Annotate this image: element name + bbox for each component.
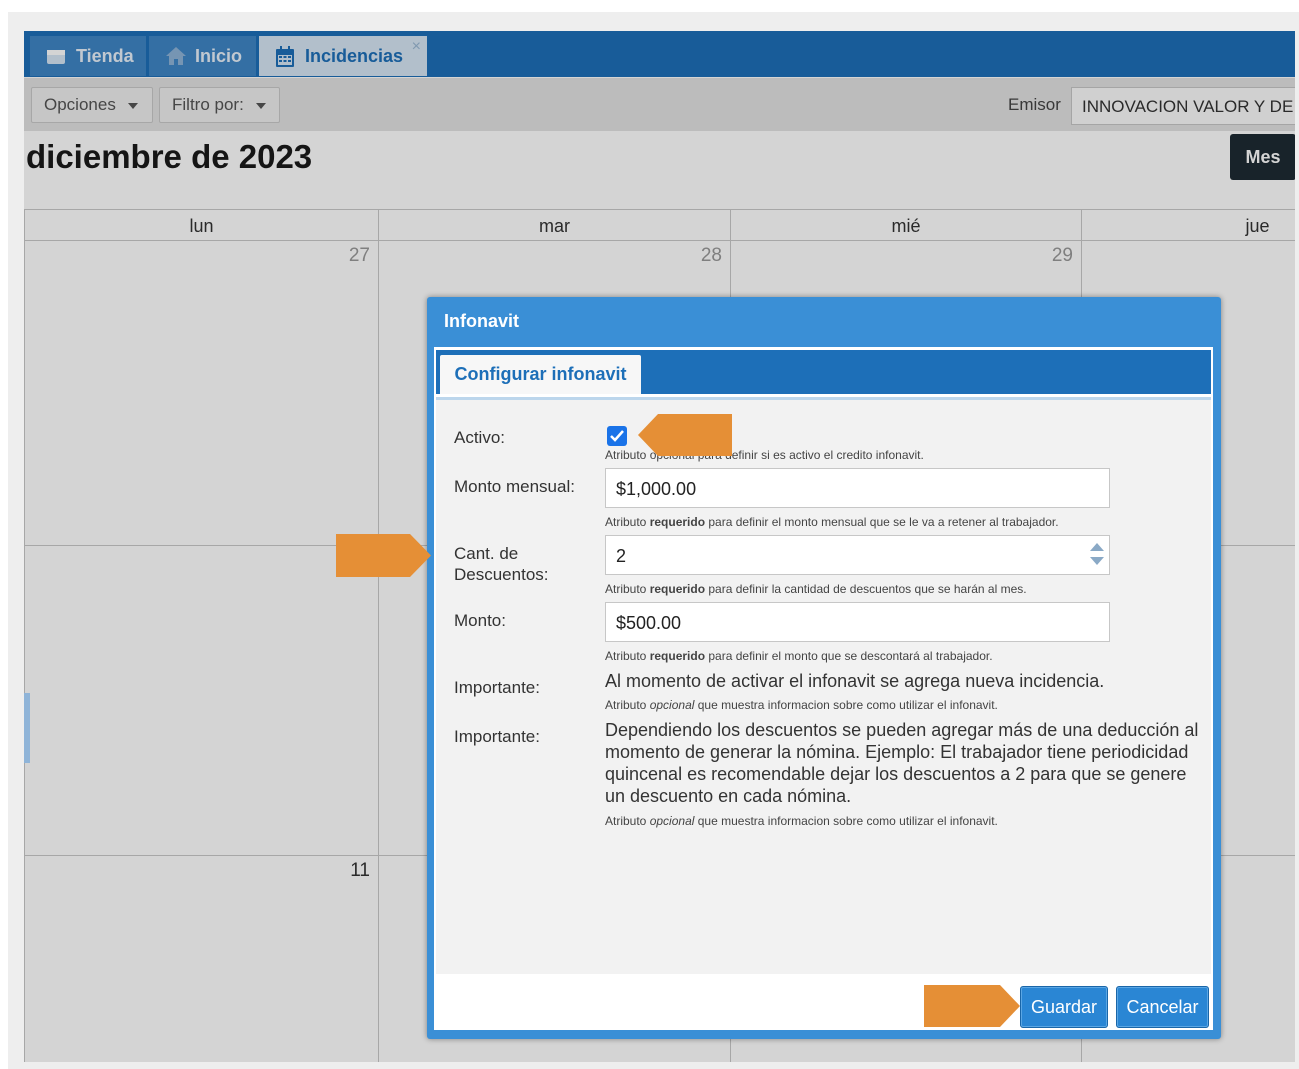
hint-text: Atributo [605,698,650,712]
hint-required: requerido [649,515,706,529]
cancelar-button[interactable]: Cancelar [1116,986,1209,1028]
day-number: 28 [700,245,722,266]
opciones-dropdown[interactable]: Opciones [31,87,153,123]
activo-checkbox[interactable] [607,426,627,446]
hint-text: para definir el monto mensual que se le … [705,515,1059,529]
hint-text: que muestra informacion sobre como utili… [694,814,998,828]
tab-configurar-infonavit[interactable]: Configurar infonavit [440,355,641,394]
emisor-select[interactable]: INNOVACION VALOR Y DE [1071,87,1295,125]
close-icon[interactable]: × [412,38,421,56]
monto-mensual-input[interactable]: $1,000.00 [605,468,1110,508]
home-icon [165,46,186,66]
annotation-arrow [336,534,431,577]
emisor-label: Emisor [1008,95,1061,114]
importante-hint: Atributo opcional que muestra informacio… [605,698,998,712]
tab-tienda-label: Tienda [76,45,134,66]
spinner-icon[interactable] [1090,543,1104,569]
filtro-dropdown[interactable]: Filtro por: [159,87,280,123]
calendar-cell[interactable] [24,546,379,856]
chevron-down-icon [127,103,138,109]
opciones-label: Opciones [44,95,116,114]
tab-tienda[interactable]: Tienda [30,36,146,76]
dialog-body: Configurar infonavit Activo: Atributo op… [434,347,1213,1030]
cant-descuentos-stepper[interactable]: 2 [605,535,1110,575]
day-number: 29 [1051,245,1073,266]
cant-descuentos-value: 2 [616,546,627,566]
annotation-arrow [924,985,1020,1027]
mes-view-button[interactable]: Mes [1230,134,1295,180]
calendar-icon [275,46,295,67]
importante-hint: Atributo opcional que muestra informacio… [605,814,998,828]
month-title: diciembre de 2023 [26,138,313,175]
hint-text: Atributo [605,649,650,663]
dialog-tab-strip: Configurar infonavit [436,350,1211,394]
importante-text: Dependiendo los descuentos se pueden agr… [605,720,1199,806]
side-handle[interactable] [24,693,30,763]
store-icon [46,46,66,66]
cant-descuentos-label: Cant. de Descuentos: [454,544,549,584]
filtro-label: Filtro por: [172,95,244,114]
monto-mensual-hint: Atributo requerido para definir el monto… [605,515,1059,529]
hint-text: Atributo [605,582,650,596]
monto-mensual-label: Monto mensual: [454,477,575,496]
calendar-cell[interactable]: 11 [24,856,379,1062]
day-header-jue: jue [1082,209,1295,241]
day-number: 11 [350,860,370,881]
importante-label: Importante: [454,678,540,697]
day-header-lun: lun [24,209,379,241]
day-number: 27 [348,245,370,266]
monto-input[interactable]: $500.00 [605,602,1110,642]
hint-text: que muestra informacion sobre como utili… [694,698,998,712]
day-header-mie: mié [731,209,1082,241]
importante-label: Importante: [454,727,540,746]
tab-bar: Tienda Inicio Incidencias × [24,31,1295,77]
calendar-cell[interactable]: 27 [24,241,379,546]
cant-descuentos-hint: Atributo requerido para definir la canti… [605,582,1027,596]
tab-incidencias[interactable]: Incidencias × [259,36,427,76]
hint-optional: opcional [649,814,695,828]
monto-label: Monto: [454,611,506,630]
hint-text: para definir el monto que se descontará … [705,649,993,663]
dialog-title: Infonavit [444,311,519,331]
infonavit-dialog: Infonavit Configurar infonavit Activo: A… [427,297,1221,1039]
hint-text: Atributo [605,814,650,828]
guardar-button[interactable]: Guardar [1020,986,1108,1028]
day-header-mar: mar [379,209,731,241]
hint-text: para definir la cantidad de descuentos q… [705,582,1027,596]
tab-incidencias-label: Incidencias [305,45,404,66]
tab-inicio[interactable]: Inicio [149,36,256,76]
chevron-down-icon [255,103,266,109]
hint-text: Atributo [605,515,650,529]
hint-required: requerido [649,582,706,596]
activo-label: Activo: [454,428,506,447]
form-panel: Activo: Atributo opcional para definir s… [436,397,1211,974]
hint-optional: opcional [649,698,695,712]
hint-required: requerido [649,649,706,663]
importante-text: Al momento de activar el infonavit se ag… [605,671,1105,691]
monto-hint: Atributo requerido para definir el monto… [605,649,993,663]
annotation-arrow [638,414,732,456]
tab-inicio-label: Inicio [195,45,243,66]
